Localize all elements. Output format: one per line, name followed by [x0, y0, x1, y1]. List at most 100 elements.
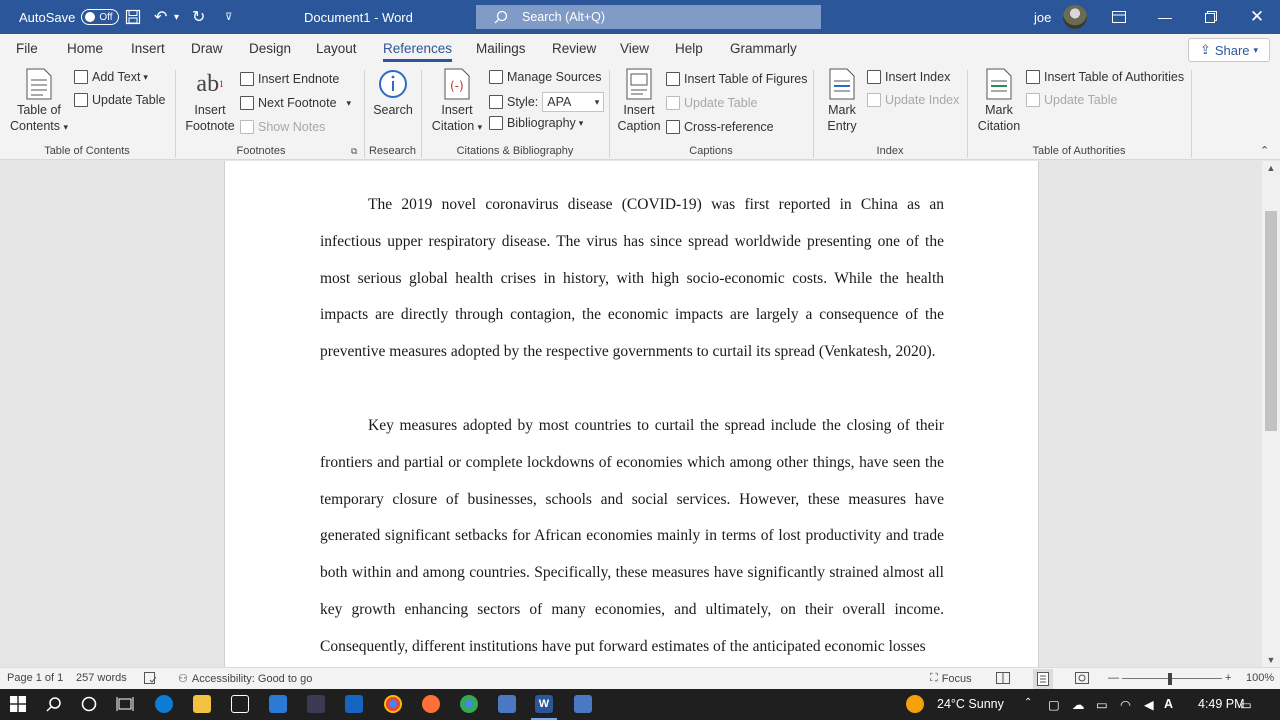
- research-search-button[interactable]: Search: [370, 68, 416, 118]
- onedrive-icon[interactable]: ☁: [1072, 697, 1085, 712]
- chrome-icon[interactable]: [460, 695, 478, 713]
- tab-grammarly[interactable]: Grammarly: [730, 41, 797, 56]
- table-of-contents-button[interactable]: Table of Contents ▾: [8, 68, 70, 135]
- insert-footnote-button[interactable]: ab 1 Insert Footnote: [182, 68, 238, 134]
- scroll-thumb[interactable]: [1265, 211, 1277, 431]
- notifications-icon[interactable]: ▭: [1240, 697, 1252, 712]
- tab-home[interactable]: Home: [67, 41, 103, 56]
- print-layout-icon[interactable]: [1033, 669, 1053, 689]
- scroll-up-icon[interactable]: ▲: [1262, 161, 1280, 175]
- battery-icon[interactable]: ▭: [1096, 697, 1108, 712]
- collapse-ribbon-icon[interactable]: ⌃: [1260, 144, 1269, 157]
- tab-review[interactable]: Review: [552, 41, 596, 56]
- update-index-button[interactable]: Update Index: [867, 93, 959, 107]
- zoom-level[interactable]: 100%: [1246, 672, 1274, 684]
- zoom-in-icon[interactable]: +: [1225, 672, 1231, 684]
- style-dropdown[interactable]: APA ▾: [542, 92, 605, 112]
- citation-style[interactable]: Style: APA ▾: [489, 92, 605, 112]
- paragraph-1[interactable]: The 2019 novel coronavirus disease (COVI…: [320, 187, 944, 371]
- share-button[interactable]: ⇪ Share ▾: [1188, 38, 1270, 62]
- insert-citation-button[interactable]: (-) Insert Citation ▾: [428, 68, 486, 135]
- autosave[interactable]: AutoSave Off: [19, 0, 120, 34]
- group-separator: [1191, 70, 1192, 158]
- insert-index-button[interactable]: Insert Index: [867, 70, 950, 84]
- clock[interactable]: 4:49 PM: [1198, 697, 1245, 711]
- store-icon[interactable]: [231, 695, 249, 713]
- undo-icon[interactable]: ↶: [154, 0, 167, 34]
- show-notes-icon: [240, 120, 254, 134]
- user-account[interactable]: joe: [1034, 0, 1088, 34]
- ribbon-display-options-icon[interactable]: [1096, 0, 1142, 34]
- proofing-icon[interactable]: [144, 672, 157, 684]
- app-icon[interactable]: [498, 695, 516, 713]
- update-table-figures-button[interactable]: Update Table: [666, 96, 757, 110]
- customize-qat-icon[interactable]: ⊽: [225, 0, 232, 34]
- mark-citation-button[interactable]: Mark Citation: [974, 68, 1024, 134]
- save-icon[interactable]: [125, 0, 141, 34]
- update-toc-button[interactable]: Update Table: [74, 93, 165, 107]
- task-view-icon[interactable]: [116, 695, 134, 713]
- tab-layout[interactable]: Layout: [316, 41, 357, 56]
- focus-button[interactable]: ⛶ Focus: [930, 672, 972, 685]
- tab-draw[interactable]: Draw: [191, 41, 223, 56]
- tab-mailings[interactable]: Mailings: [476, 41, 526, 56]
- read-mode-icon[interactable]: [996, 672, 1010, 684]
- tray-icon[interactable]: ▢: [1048, 697, 1060, 712]
- edge-icon[interactable]: [155, 695, 173, 713]
- weather-text[interactable]: 24°C Sunny: [937, 697, 1004, 711]
- redo-icon[interactable]: ↻: [192, 0, 205, 34]
- app-icon[interactable]: [345, 695, 363, 713]
- show-notes-button[interactable]: Show Notes: [240, 120, 325, 134]
- document-page[interactable]: The 2019 novel coronavirus disease (COVI…: [224, 161, 1039, 667]
- bibliography-button[interactable]: Bibliography ▾: [489, 116, 583, 130]
- add-text-button[interactable]: Add Text ▾: [74, 70, 148, 84]
- insert-table-of-authorities-button[interactable]: Insert Table of Authorities: [1026, 70, 1184, 84]
- mail-icon[interactable]: [269, 695, 287, 713]
- word-count[interactable]: 257 words: [76, 672, 127, 684]
- insert-caption-button[interactable]: Insert Caption: [616, 68, 662, 134]
- scroll-down-icon[interactable]: ▼: [1262, 653, 1280, 667]
- tab-help[interactable]: Help: [675, 41, 703, 56]
- language-icon[interactable]: A: [1164, 697, 1173, 711]
- zoom-out-icon[interactable]: —: [1108, 672, 1119, 684]
- search-icon[interactable]: [45, 695, 63, 713]
- undo-dropdown-icon[interactable]: ▾: [174, 0, 179, 34]
- zoom-slider-thumb[interactable]: [1168, 673, 1172, 685]
- windows-start-icon[interactable]: [9, 695, 27, 713]
- mark-entry-button[interactable]: Mark Entry: [820, 68, 864, 134]
- chrome-icon[interactable]: [384, 695, 402, 713]
- dialog-launcher-icon[interactable]: ⧉: [351, 146, 357, 157]
- autosave-toggle[interactable]: Off: [81, 9, 120, 25]
- weather-icon[interactable]: [906, 695, 924, 713]
- web-layout-icon[interactable]: [1075, 672, 1089, 684]
- close-icon[interactable]: ✕: [1234, 0, 1280, 34]
- chevron-up-icon[interactable]: ⌃: [1024, 697, 1032, 708]
- volume-icon[interactable]: ◀: [1144, 697, 1154, 712]
- firefox-icon[interactable]: [422, 695, 440, 713]
- page-count[interactable]: Page 1 of 1: [7, 672, 63, 684]
- wifi-icon[interactable]: ◠: [1120, 697, 1131, 712]
- cross-reference-button[interactable]: Cross-reference: [666, 120, 774, 134]
- app-icon[interactable]: [574, 695, 592, 713]
- tab-references[interactable]: References: [383, 41, 453, 62]
- update-toa-button[interactable]: Update Table: [1026, 93, 1117, 107]
- insert-endnote-button[interactable]: Insert Endnote: [240, 72, 339, 86]
- search-box[interactable]: Search (Alt+Q): [476, 5, 821, 29]
- next-footnote-button[interactable]: Next Footnote ▾: [240, 96, 351, 110]
- app-icon[interactable]: [307, 695, 325, 713]
- vertical-scrollbar[interactable]: ▲ ▼: [1262, 161, 1280, 667]
- word-icon[interactable]: W: [535, 695, 553, 713]
- cortana-icon[interactable]: [80, 695, 98, 713]
- accessibility-status[interactable]: ⚇ Accessibility: Good to go: [178, 672, 312, 686]
- zoom-slider[interactable]: [1122, 678, 1222, 679]
- file-explorer-icon[interactable]: [193, 695, 211, 713]
- tab-view[interactable]: View: [620, 41, 649, 56]
- insert-table-of-figures-button[interactable]: Insert Table of Figures: [666, 72, 807, 86]
- restore-icon[interactable]: [1188, 0, 1234, 34]
- paragraph-2[interactable]: Key measures adopted by most countries t…: [320, 408, 944, 666]
- tab-file[interactable]: File: [16, 41, 38, 56]
- manage-sources-button[interactable]: Manage Sources: [489, 70, 602, 84]
- minimize-icon[interactable]: —: [1142, 0, 1188, 34]
- tab-design[interactable]: Design: [249, 41, 291, 56]
- tab-insert[interactable]: Insert: [131, 41, 165, 56]
